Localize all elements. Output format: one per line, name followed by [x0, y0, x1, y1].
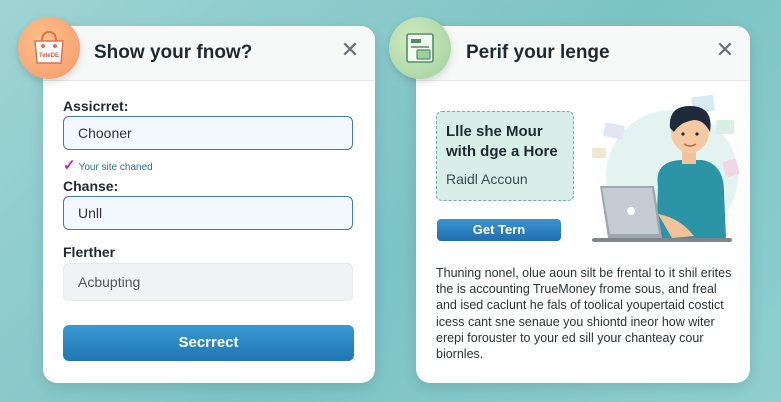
badge-text: TeleDE — [39, 53, 59, 59]
dialog-header-right: Perif your lenge ✕ — [416, 26, 750, 81]
laptop-person-illustration — [592, 94, 740, 242]
validation-message: ✓ Your site chaned — [63, 156, 153, 174]
field-label-3: Flerther — [63, 244, 116, 260]
field-label-2: Chanse: — [63, 178, 119, 194]
dialog-header: Show your fnow? ✕ — [43, 26, 375, 81]
promo-box: Llle she Mour with dge a Hore Raidl Acco… — [436, 111, 574, 201]
dialog-title-right: Perif your lenge — [466, 42, 610, 63]
field-label-1: Assicrret: — [63, 98, 129, 114]
promo-subtext: Raidl Accoun — [446, 171, 528, 187]
promo-heading: Llle she Mour with dge a Hore — [446, 123, 558, 160]
submit-button[interactable]: Secrrect — [63, 325, 354, 361]
shopping-bag-icon: TeleDE — [34, 30, 64, 64]
document-folder-icon — [406, 33, 434, 63]
close-icon[interactable]: ✕ — [714, 38, 736, 64]
dialog-card-left: Show your fnow? ✕ Assicrret: Chooner ✓ Yo… — [43, 26, 375, 383]
text-input-2[interactable]: Unll — [63, 196, 353, 230]
description-text: Thuning nonel, olue aoun silt be frental… — [436, 266, 732, 362]
text-input-3[interactable]: Acbupting — [63, 263, 353, 301]
text-input-1[interactable]: Chooner — [63, 116, 353, 150]
checkmark-icon: ✓ — [63, 157, 76, 174]
get-started-button[interactable]: Get Tern — [437, 219, 561, 241]
dialog-title: Show your fnow? — [94, 42, 253, 63]
shopping-bag-badge: TeleDE — [18, 17, 80, 79]
validation-text: Your site chaned — [78, 162, 153, 173]
document-badge — [389, 17, 451, 79]
dialog-card-right: Perif your lenge ✕ Llle she Mour with dg… — [416, 26, 750, 383]
close-icon[interactable]: ✕ — [339, 38, 361, 64]
